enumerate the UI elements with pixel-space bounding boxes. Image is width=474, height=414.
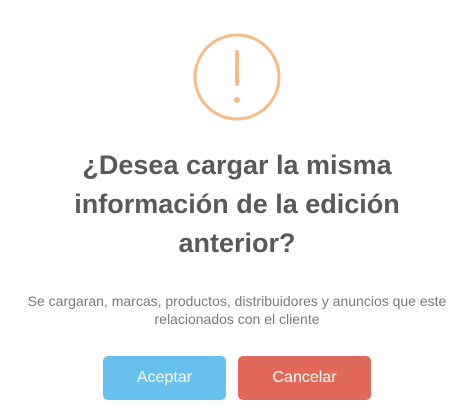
accept-button[interactable]: Aceptar — [103, 356, 226, 400]
confirm-dialog: ¿Desea cargar la misma información de la… — [0, 0, 474, 414]
warning-icon-dot — [234, 97, 240, 103]
dialog-title: ¿Desea cargar la misma información de la… — [74, 150, 400, 258]
cancel-button[interactable]: Cancelar — [238, 356, 371, 400]
warning-icon — [193, 33, 281, 121]
dialog-message: Se cargaran, marcas, productos, distribu… — [27, 293, 447, 327]
warning-icon-bar — [235, 50, 239, 86]
